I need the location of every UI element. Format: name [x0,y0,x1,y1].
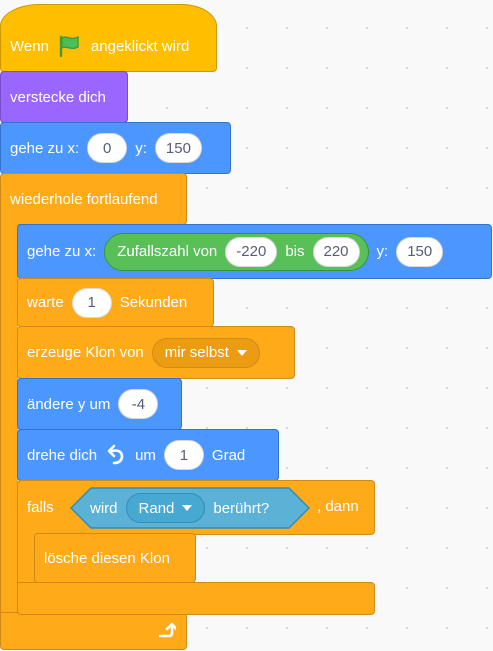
wait-block[interactable]: warte 1 Sekunden [17,278,214,327]
chevron-down-icon [182,505,193,511]
when-flag-clicked-block[interactable]: Wenn angeklickt wird [0,4,217,72]
random-from-input[interactable]: -220 [225,236,278,267]
green-flag-icon [58,35,82,57]
goto-y-label: y: [135,139,147,157]
y-input[interactable]: 150 [154,133,202,163]
forever-label: wiederhole fortlaufend [10,190,158,208]
goto-x-label: gehe zu x: [27,243,97,260]
if-label: falls [27,499,54,516]
turn-left-block[interactable]: drehe dich um 1 Grad [17,429,279,481]
turn-degrees-input[interactable]: 1 [163,440,204,470]
random-to-input[interactable]: 220 [312,236,360,267]
turn-label: drehe dich [27,446,98,464]
turn-unit: Grad [211,446,246,464]
touching-edge-reporter[interactable]: wird Rand berührt? [70,487,310,529]
x-input[interactable]: 0 [87,133,128,163]
random-label: Zufallszahl von [117,243,218,260]
touching-after-label: berührt? [213,499,270,517]
wait-unit: Sekunden [119,294,188,311]
goto-xy-random-block[interactable]: gehe zu x: Zufallszahl von -220 bis 220 … [17,224,492,279]
touching-target-dropdown[interactable]: Rand [125,493,206,523]
random-number-reporter[interactable]: Zufallszahl von -220 bis 220 [104,232,369,271]
hide-label: verstecke dich [10,88,106,106]
random-to-label: bis [285,243,305,260]
goto-xy-block-initial[interactable]: gehe zu x: 0 y: 150 [0,122,231,174]
forever-arm [0,222,18,614]
wait-label: warte [27,294,64,311]
goto-x-label: gehe zu x: [10,139,80,157]
y-input[interactable]: 150 [396,236,444,267]
touching-label: wird [90,499,118,517]
hat-text-after: angeklickt wird [90,37,190,55]
wait-input[interactable]: 1 [71,287,112,318]
create-clone-block[interactable]: erzeuge Klon von mir selbst [17,326,295,379]
clone-target-dropdown[interactable]: mir selbst [151,337,260,368]
if-then-label: , dann [317,498,359,515]
goto-y-label: y: [376,243,389,260]
loop-arrow-icon [156,621,176,641]
change-y-label: ändere y um [27,395,111,413]
turn-um-label: um [135,446,156,464]
hat-text-before: Wenn [10,37,49,55]
delete-clone-block[interactable]: lösche diesen Klon [34,533,196,583]
clone-target-value: mir selbst [164,344,229,361]
forever-bottom [0,612,187,650]
change-y-input[interactable]: -4 [118,389,159,419]
if-bottom [17,582,375,615]
rotate-left-icon [105,444,127,466]
clone-label: erzeuge Klon von [27,344,144,361]
if-arm [17,532,35,585]
change-y-block[interactable]: ändere y um -4 [17,378,182,430]
forever-block[interactable]: wiederhole fortlaufend [0,173,187,225]
hide-block[interactable]: verstecke dich [0,71,128,123]
delete-clone-label: lösche diesen Klon [44,549,170,567]
touching-target-value: Rand [138,499,175,517]
chevron-down-icon [236,349,247,356]
